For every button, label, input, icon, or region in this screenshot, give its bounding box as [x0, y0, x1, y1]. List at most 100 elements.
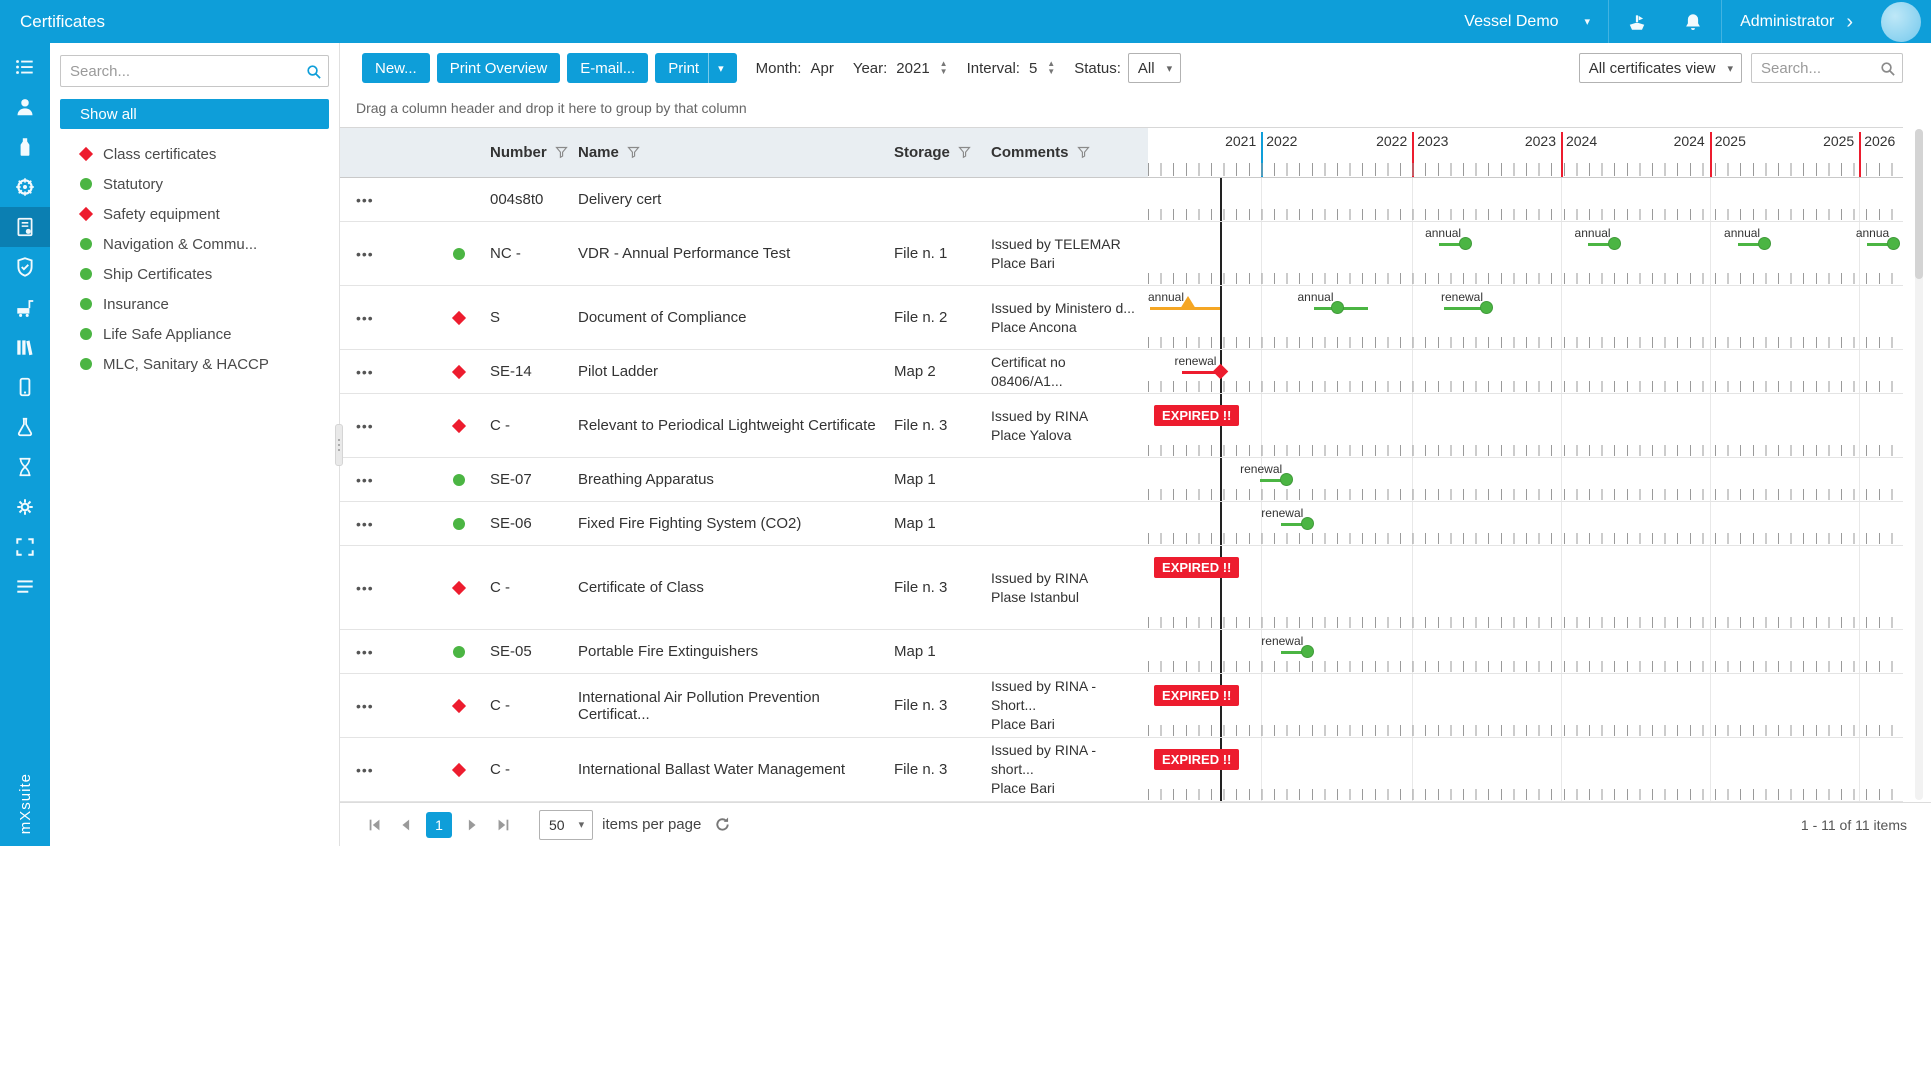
first-page-button[interactable] [364, 814, 386, 836]
filter-icon[interactable] [1076, 145, 1091, 160]
panel-splitter[interactable] [335, 424, 343, 466]
interval-spinner[interactable]: ▲▼ [1047, 60, 1055, 76]
next-page-button[interactable] [461, 814, 483, 836]
row-menu-button[interactable]: ••• [340, 178, 408, 221]
sidebar-module-mobile[interactable] [0, 367, 50, 407]
sidebar-module-menu[interactable] [0, 47, 50, 87]
event-circle-marker[interactable] [1758, 237, 1771, 250]
sidebar-module-hoist[interactable] [0, 287, 50, 327]
vessel-selector[interactable]: Vessel Demo ▾ [1446, 0, 1608, 43]
event-circle-marker[interactable] [1301, 517, 1314, 530]
filter-icon[interactable] [554, 145, 569, 160]
table-row[interactable]: •••C -Relevant to Periodical Lightweight… [340, 394, 1903, 458]
page-title: Certificates [0, 12, 105, 32]
table-row[interactable]: •••NC -VDR - Annual Performance TestFile… [340, 222, 1903, 286]
sidebar-module-helm[interactable] [0, 167, 50, 207]
row-menu-button[interactable]: ••• [340, 458, 408, 501]
table-row[interactable]: •••C -Certificate of ClassFile n. 3Issue… [340, 546, 1903, 630]
event-circle-marker[interactable] [1887, 237, 1900, 250]
row-menu-button[interactable]: ••• [340, 502, 408, 545]
sidebar-module-lab[interactable] [0, 407, 50, 447]
sidebar-module-supplies[interactable] [0, 127, 50, 167]
sidebar-category[interactable]: Safety equipment [60, 199, 329, 229]
row-menu-button[interactable]: ••• [340, 630, 408, 673]
new-button[interactable]: New... [362, 53, 430, 83]
header-storage[interactable]: Storage [886, 128, 983, 177]
view-select[interactable]: All certificates view ▾ [1579, 53, 1742, 83]
event-circle-marker[interactable] [1331, 301, 1344, 314]
header-comments[interactable]: Comments [983, 128, 1148, 177]
header-name[interactable]: Name [570, 128, 886, 177]
event-circle-marker[interactable] [1459, 237, 1472, 250]
table-row[interactable]: •••C -International Air Pollution Preven… [340, 674, 1903, 738]
print-overview-button[interactable]: Print Overview [437, 53, 561, 83]
row-menu-button[interactable]: ••• [340, 286, 408, 349]
page-number[interactable]: 1 [426, 812, 452, 838]
filter-icon[interactable] [626, 145, 641, 160]
vertical-scrollbar[interactable] [1915, 129, 1923, 800]
row-menu-button[interactable]: ••• [340, 394, 408, 457]
event-circle-marker[interactable] [1480, 301, 1493, 314]
search-icon[interactable] [1872, 60, 1902, 77]
table-row[interactable]: •••SE-07Breathing ApparatusMap 1renewal [340, 458, 1903, 502]
cell-name: Delivery cert [570, 178, 886, 221]
user-menu[interactable]: Administrator › [1722, 0, 1871, 43]
library-icon [14, 336, 36, 358]
cell-storage: File n. 1 [886, 222, 983, 285]
last-page-button[interactable] [492, 814, 514, 836]
event-triangle-marker[interactable] [1180, 296, 1196, 309]
filter-icon[interactable] [957, 145, 972, 160]
print-button[interactable]: Print ▾ [655, 53, 736, 83]
show-all-button[interactable]: Show all [60, 99, 329, 129]
sidebar-module-certificates[interactable] [0, 207, 50, 247]
row-menu-button[interactable]: ••• [340, 674, 408, 737]
sidebar-category[interactable]: Class certificates [60, 139, 329, 169]
sidebar-category[interactable]: Insurance [60, 289, 329, 319]
cell-name: International Air Pollution Prevention C… [570, 674, 886, 737]
sidebar-module-settings[interactable] [0, 487, 50, 527]
sidebar-module-expand[interactable] [0, 527, 50, 567]
cell-comments [983, 178, 1148, 221]
refresh-icon[interactable] [714, 816, 731, 833]
sidebar-category[interactable]: Ship Certificates [60, 259, 329, 289]
page-size-select[interactable]: 50 ▾ [539, 810, 593, 840]
prev-page-button[interactable] [395, 814, 417, 836]
table-row[interactable]: •••C -International Ballast Water Manage… [340, 738, 1903, 802]
row-spacer [408, 674, 445, 737]
sidebar-category[interactable]: Statutory [60, 169, 329, 199]
toolbar-search-input[interactable] [1752, 60, 1872, 77]
event-circle-marker[interactable] [1301, 645, 1314, 658]
status-select[interactable]: All ▾ [1128, 53, 1181, 83]
sidebar-module-list[interactable] [0, 567, 50, 607]
sidebar-module-hourglass[interactable] [0, 447, 50, 487]
sidebar-category[interactable]: MLC, Sanitary & HACCP [60, 349, 329, 379]
row-menu-button[interactable]: ••• [340, 350, 408, 393]
event-circle-marker[interactable] [1608, 237, 1621, 250]
notifications-button[interactable] [1665, 0, 1721, 43]
fleet-button[interactable] [1609, 0, 1665, 43]
row-menu-button[interactable]: ••• [340, 546, 408, 629]
table-row[interactable]: •••SDocument of ComplianceFile n. 2Issue… [340, 286, 1903, 350]
table-row[interactable]: •••SE-14Pilot LadderMap 2Certificat no 0… [340, 350, 1903, 394]
year-spinner[interactable]: ▲▼ [940, 60, 948, 76]
row-menu-button[interactable]: ••• [340, 222, 408, 285]
header-number[interactable]: Number [482, 128, 570, 177]
scrollbar-thumb[interactable] [1915, 129, 1923, 279]
sidebar-module-library[interactable] [0, 327, 50, 367]
helm-icon [14, 176, 36, 198]
timeline-ruler [1148, 661, 1903, 672]
row-menu-button[interactable]: ••• [340, 738, 408, 801]
sidebar-module-crew[interactable] [0, 87, 50, 127]
sidebar-category[interactable]: Navigation & Commu... [60, 229, 329, 259]
email-button[interactable]: E-mail... [567, 53, 648, 83]
page-size-value: 50 [549, 817, 565, 833]
sidebar-search-input[interactable] [61, 63, 298, 80]
table-row[interactable]: •••004s8t0Delivery cert [340, 178, 1903, 222]
search-icon[interactable] [298, 63, 328, 80]
sidebar-module-shield[interactable] [0, 247, 50, 287]
sidebar-category[interactable]: Life Safe Appliance [60, 319, 329, 349]
event-circle-marker[interactable] [1280, 473, 1293, 486]
table-row[interactable]: •••SE-06Fixed Fire Fighting System (CO2)… [340, 502, 1903, 546]
cell-number: C - [482, 738, 570, 801]
table-row[interactable]: •••SE-05Portable Fire ExtinguishersMap 1… [340, 630, 1903, 674]
